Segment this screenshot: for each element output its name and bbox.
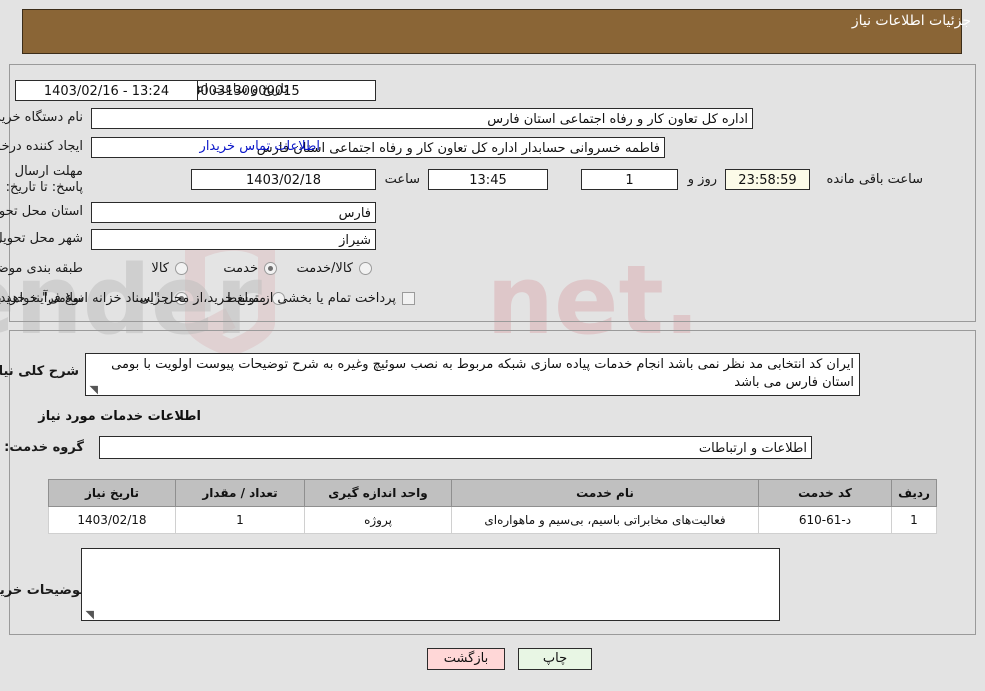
table-header-row: ردیف کد خدمت نام خدمت واحد اندازه گیری ت… [48, 479, 937, 507]
remaining-days-value: 1 [581, 169, 678, 190]
checkbox-box[interactable] [402, 292, 415, 305]
remaining-time-label: ساعت باقی مانده [826, 172, 923, 187]
table-row: 1 د-61-610 فعالیت‌های مخابراتی باسیم، بی… [48, 506, 937, 534]
radio-label: کالا/خدمت [296, 261, 353, 276]
creator-label: ایجاد کننده درخواست: [0, 139, 83, 154]
col-name: نام خدمت [451, 479, 759, 507]
buyer-notes-textarea[interactable]: ◥ [81, 548, 780, 621]
announce-datetime-value: 13:24 - 1403/02/16 [15, 80, 198, 101]
service-group-label: گروه خدمت: [4, 440, 84, 455]
services-section-heading: اطلاعات خدمات مورد نیاز [38, 409, 201, 424]
checkbox-islamic-treasury[interactable]: پرداخت تمام یا بخشی از مبلغ خرید،از محل … [0, 291, 415, 306]
category-label: طبقه بندی موضوعی: [0, 261, 83, 276]
cell-name: فعالیت‌های مخابراتی باسیم، بی‌سیم و ماهو… [451, 506, 759, 534]
deadline-hour-value: 13:45 [428, 169, 548, 190]
province-value: فارس [91, 202, 376, 223]
service-group-value: اطلاعات و ارتباطات [99, 436, 812, 459]
general-description-value: ایران کد انتخابی مد نظر نمی باشد انجام خ… [111, 357, 854, 390]
cell-code: د-61-610 [758, 506, 892, 534]
col-code: کد خدمت [758, 479, 892, 507]
city-label: شهر محل تحویل: [0, 231, 83, 246]
remaining-time-value: 23:58:59 [725, 169, 810, 190]
print-button[interactable]: چاپ [518, 648, 592, 670]
radio-button[interactable] [359, 262, 372, 275]
services-table: ردیف کد خدمت نام خدمت واحد اندازه گیری ت… [48, 479, 937, 534]
page-header-bar [22, 9, 962, 54]
province-label: استان محل تحویل: [0, 204, 83, 219]
cell-row: 1 [891, 506, 937, 534]
col-qty: تعداد / مقدار [175, 479, 305, 507]
need-info-panel [9, 64, 976, 322]
resize-grip-icon[interactable]: ◥ [84, 609, 94, 620]
deadline-date-value: 1403/02/18 [191, 169, 376, 190]
radio-button[interactable] [175, 262, 188, 275]
radio-label: خدمت [223, 261, 258, 276]
checkbox-label: پرداخت تمام یا بخشی از مبلغ خرید،از محل … [0, 291, 396, 306]
cell-qty: 1 [175, 506, 305, 534]
radio-category-kala-khedmat[interactable]: کالا/خدمت [296, 261, 372, 276]
radio-category-khedmat[interactable]: خدمت [223, 261, 277, 276]
buyer-notes-label: توضیحات خریدار: [0, 583, 85, 598]
remaining-days-label: روز و [687, 172, 717, 187]
col-unit: واحد اندازه گیری [304, 479, 452, 507]
page-root: AriaTender .net جزئیات اطلاعات نیاز شمار… [0, 0, 985, 691]
cell-unit: پروژه [304, 506, 452, 534]
radio-category-kala[interactable]: کالا [151, 261, 188, 276]
deadline-label: مهلت ارسال پاسخ: تا تاریخ: [5, 164, 83, 195]
buyer-org-label: نام دستگاه خریدار: [0, 110, 83, 125]
radio-button[interactable] [264, 262, 277, 275]
deadline-hour-label: ساعت [384, 172, 420, 187]
creator-value: فاطمه خسروانی حسابدار اداره کل تعاون کار… [91, 137, 665, 158]
buyer-org-value: اداره کل تعاون کار و رفاه اجتماعی استان … [91, 108, 753, 129]
col-date: تاریخ نیاز [48, 479, 176, 507]
col-row: ردیف [891, 479, 937, 507]
back-button[interactable]: بازگشت [427, 648, 505, 670]
general-description-textarea[interactable]: ایران کد انتخابی مد نظر نمی باشد انجام خ… [85, 353, 860, 396]
buyer-contact-link[interactable]: اطلاعات تماس خریدار [200, 139, 320, 154]
radio-label: کالا [151, 261, 169, 276]
resize-grip-icon[interactable]: ◥ [88, 384, 98, 395]
city-value: شیراز [91, 229, 376, 250]
cell-date: 1403/02/18 [48, 506, 176, 534]
page-title: جزئیات اطلاعات نیاز [851, 13, 971, 29]
general-description-label: شرح کلی نیاز: [0, 364, 79, 379]
